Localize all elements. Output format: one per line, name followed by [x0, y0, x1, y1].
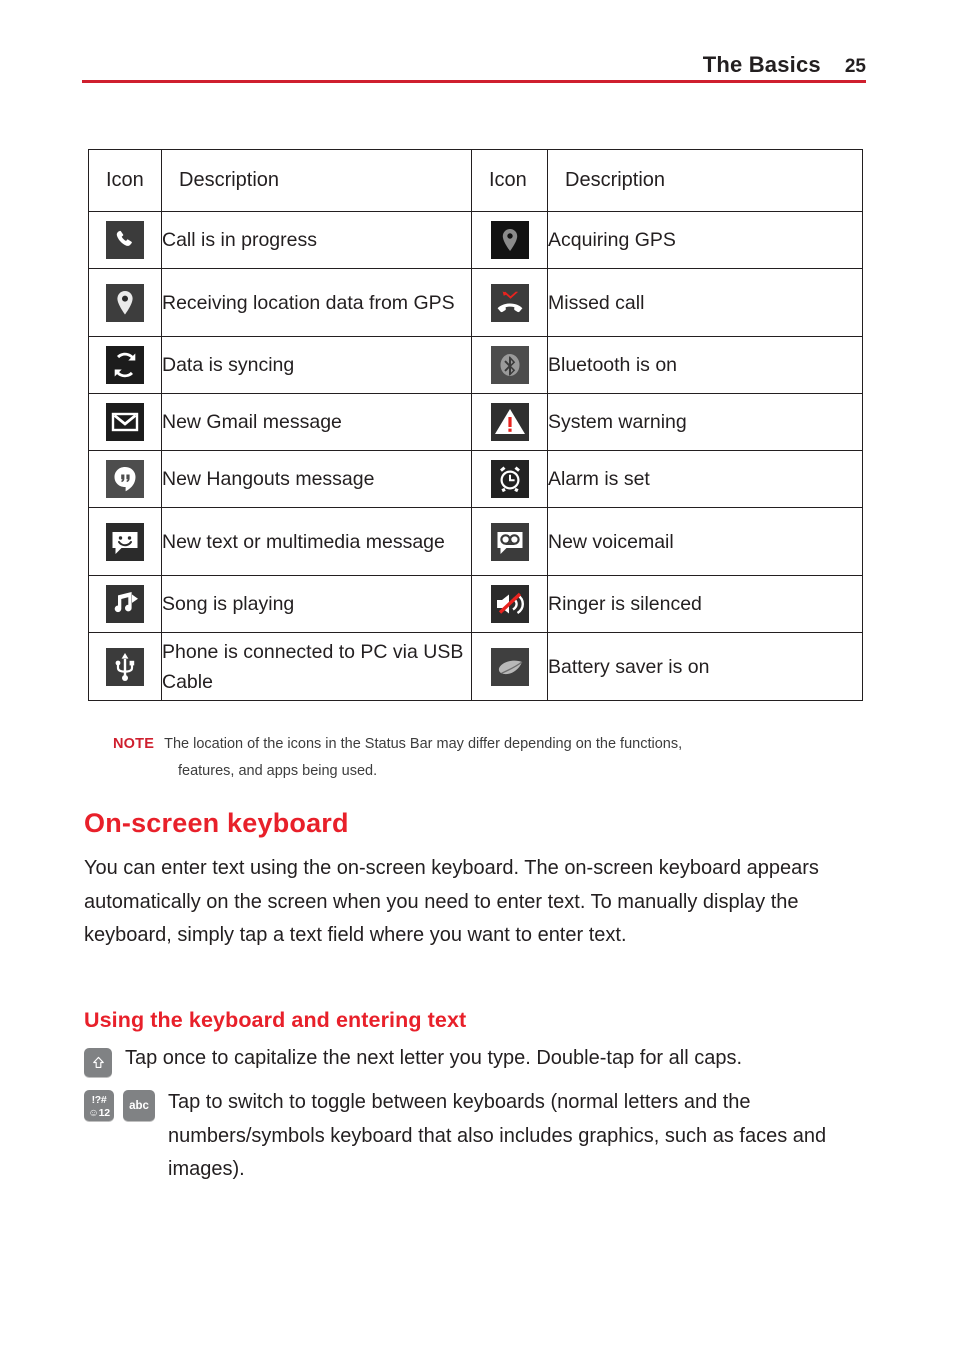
icon-cell: [471, 336, 548, 394]
icon-cell: [471, 575, 548, 633]
icon-description: Acquiring GPS: [547, 211, 863, 269]
icon-description: Song is playing: [161, 575, 472, 633]
icon-description: Battery saver is on: [547, 632, 863, 701]
header-inner: The Basics 25: [703, 52, 866, 78]
icon-cell: [471, 211, 548, 269]
symbols-key-bottom-label: ☺12: [88, 1106, 110, 1119]
table-row: Call is in progress Acquiring GPS: [88, 211, 863, 269]
section-heading-on-screen-keyboard: On-screen keyboard: [84, 808, 349, 838]
column-header-icon-right: Icon: [471, 149, 548, 212]
icon-cell: [88, 575, 162, 633]
battery-saver-leaf-icon: [490, 647, 529, 686]
keyboard-tip-row-switch: !?# ☺12 abc Tap to switch to toggle betw…: [84, 1090, 874, 1187]
icon-description: Bluetooth is on: [547, 336, 863, 394]
section-paragraph: You can enter text using the on-screen k…: [84, 857, 819, 946]
icon-description: Receiving location data from GPS: [161, 268, 472, 337]
page-number: 25: [844, 56, 866, 77]
table-row: New text or multimedia message New voice…: [88, 507, 863, 576]
ringer-silenced-icon: [490, 585, 529, 623]
table-row: New Gmail message System warning: [88, 393, 863, 451]
table-row: Song is playing Ringer is silenced: [88, 575, 863, 633]
icon-description: System warning: [547, 393, 863, 451]
icon-description: New text or multimedia message: [161, 507, 472, 576]
gps-acquiring-icon: [490, 221, 529, 259]
column-header-desc-right: Description: [547, 149, 863, 212]
icon-cell: [88, 507, 162, 576]
note-text-line2: features, and apps being used.: [178, 763, 378, 779]
icon-cell: [88, 268, 162, 337]
column-header-icon-left: Icon: [88, 149, 162, 212]
icon-cell: [471, 393, 548, 451]
abc-key-icon: abc: [123, 1090, 155, 1121]
subsection-heading-using-keyboard: Using the keyboard and entering text: [84, 1008, 467, 1032]
phone-call-icon: [106, 221, 144, 259]
keyboard-tip-row-shift: Tap once to capitalize the next letter y…: [84, 1046, 874, 1077]
icon-cell: [88, 632, 162, 701]
header-rule: [82, 80, 866, 83]
symbols-key-top-label: !?#: [91, 1094, 107, 1106]
icon-cell: [88, 336, 162, 394]
icon-cell: [88, 393, 162, 451]
column-header-desc-left: Description: [161, 149, 472, 212]
missed-call-icon: [490, 283, 529, 322]
gps-location-icon: [106, 283, 144, 322]
icon-description: New Hangouts message: [161, 450, 472, 508]
gmail-icon: [106, 403, 144, 441]
icon-description: Call is in progress: [161, 211, 472, 269]
hangouts-icon: [106, 460, 144, 498]
voicemail-icon: [490, 522, 529, 561]
alarm-clock-icon: [490, 460, 529, 498]
icon-cell: [471, 632, 548, 701]
page-header: The Basics 25: [0, 0, 954, 92]
note-label: NOTE: [113, 736, 155, 752]
icon-description: Missed call: [547, 268, 863, 337]
icon-description: Ringer is silenced: [547, 575, 863, 633]
warning-triangle-icon: [490, 403, 529, 441]
icon-cell: [471, 268, 548, 337]
table-row: Receiving location data from GPS Missed …: [88, 268, 863, 337]
music-note-icon: [106, 585, 144, 623]
icon-cell: [88, 450, 162, 508]
symbols-key-icon: !?# ☺12: [84, 1090, 114, 1121]
keyboard-tip-text-switch: Tap to switch to toggle between keyboard…: [168, 1091, 827, 1180]
icon-description: New voicemail: [547, 507, 863, 576]
icon-description: Phone is connected to PC via USB Cable: [161, 632, 472, 701]
shift-key-icon: [84, 1048, 112, 1077]
page-title: The Basics: [702, 52, 821, 77]
sync-icon: [106, 346, 144, 384]
note-text-line1: The location of the icons in the Status …: [164, 736, 683, 752]
icon-cell: [471, 450, 548, 508]
note-block: NOTE The location of the icons in the Sta…: [113, 731, 873, 785]
icon-cell: [471, 507, 548, 576]
icon-description: Data is syncing: [161, 336, 472, 394]
status-bar-icon-table: Icon Description Icon Description Call i…: [88, 149, 863, 701]
keyboard-tip-text-shift: Tap once to capitalize the next letter y…: [125, 1047, 743, 1069]
sms-message-icon: [106, 522, 144, 561]
table-header-row: Icon Description Icon Description: [88, 149, 863, 212]
bluetooth-icon: [490, 346, 529, 384]
icon-description: Alarm is set: [547, 450, 863, 508]
icon-cell: [88, 211, 162, 269]
usb-icon: [106, 647, 144, 686]
table-row: Phone is connected to PC via USB Cable B…: [88, 632, 863, 701]
table-row: New Hangouts message Alarm is set: [88, 450, 863, 508]
table-row: Data is syncing Bluetooth is on: [88, 336, 863, 394]
icon-description: New Gmail message: [161, 393, 472, 451]
